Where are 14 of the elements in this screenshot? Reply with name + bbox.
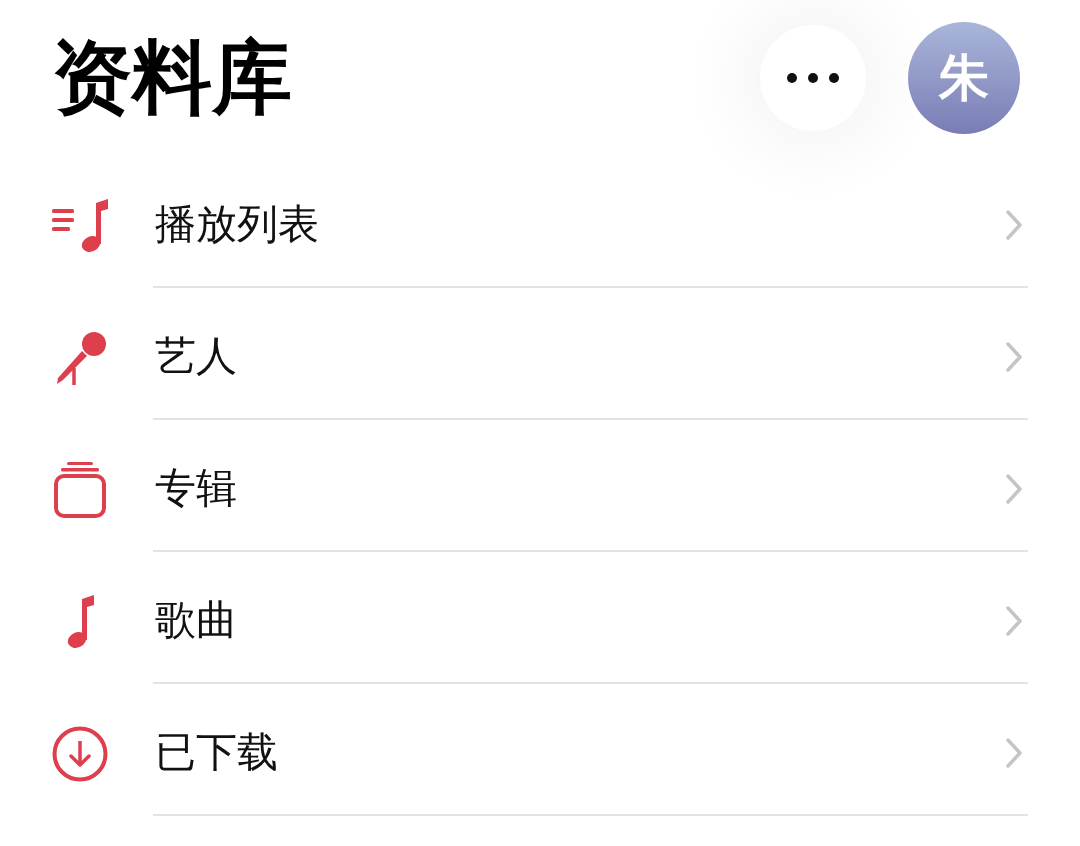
chevron-icon	[1005, 209, 1023, 241]
chevron-icon	[1005, 341, 1023, 373]
library-item-label[interactable]: 歌曲	[153, 596, 237, 646]
download-icon	[52, 726, 108, 782]
playlist-icon	[52, 198, 108, 254]
chevron-icon	[1005, 473, 1023, 505]
more-icon	[787, 73, 839, 83]
library-item-label[interactable]: 艺人	[153, 332, 237, 382]
library-item-label[interactable]: 已下载	[153, 728, 278, 778]
library-item-label[interactable]: 播放列表	[153, 200, 319, 250]
chevron-icon	[1005, 605, 1023, 637]
library-item-label[interactable]: 专辑	[153, 464, 237, 514]
album-stack-icon	[52, 462, 108, 518]
chevron-icon	[1005, 737, 1023, 769]
